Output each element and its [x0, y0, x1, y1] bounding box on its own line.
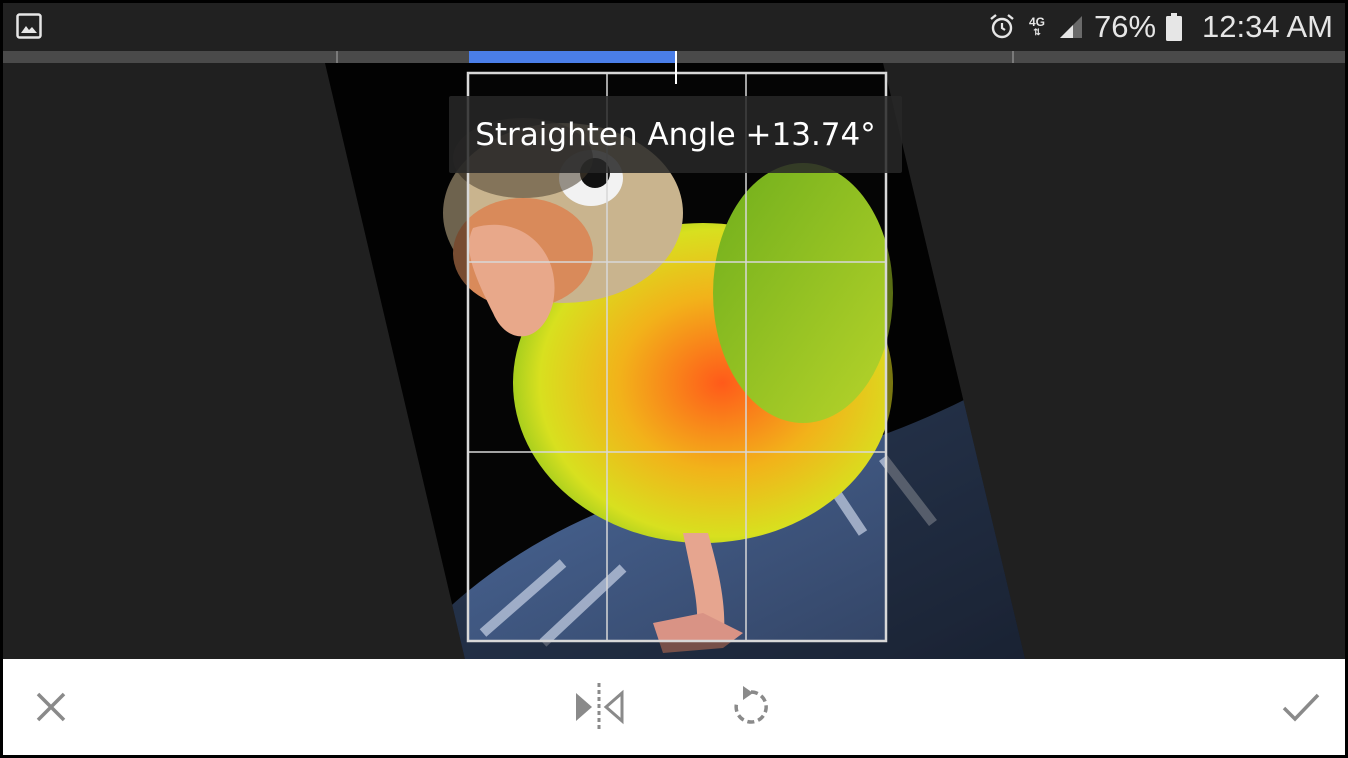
- slider-tick: [336, 51, 338, 63]
- angle-slider[interactable]: [3, 51, 1345, 63]
- straighten-angle-label: Straighten Angle +13.74°: [449, 96, 902, 173]
- flip-horizontal-icon: [576, 683, 624, 731]
- status-icons: 4G ⇅ 76% 12:34 AM: [988, 3, 1333, 51]
- clock: 12:34 AM: [1202, 9, 1333, 44]
- close-icon: [36, 692, 66, 722]
- rotate-button[interactable]: [711, 659, 791, 755]
- photo-canvas[interactable]: Straighten Angle +13.74°: [3, 63, 1345, 659]
- alarm-icon: [990, 14, 1014, 39]
- battery-percent: 76%: [1093, 9, 1157, 44]
- gallery-icon: [16, 13, 42, 39]
- cancel-button[interactable]: [11, 659, 91, 755]
- check-icon: [1282, 693, 1320, 722]
- flip-button[interactable]: [559, 659, 639, 755]
- network-type: 4G ⇅: [1026, 16, 1048, 37]
- data-arrows-icon: ⇅: [1033, 27, 1041, 37]
- app-frame: 4G ⇅ 76% 12:34 AM Straighten Angle +13.7…: [3, 3, 1345, 755]
- rotate-icon: [734, 686, 768, 724]
- signal-icon: [1059, 16, 1082, 38]
- slider-tick: [1012, 51, 1014, 63]
- straighten-angle-text: Straighten Angle +13.74°: [475, 116, 876, 153]
- bottom-toolbar: [3, 659, 1345, 755]
- status-bar: 4G ⇅ 76% 12:34 AM: [3, 3, 1345, 51]
- angle-slider-handle[interactable]: [675, 51, 677, 84]
- apply-button[interactable]: [1261, 659, 1341, 755]
- angle-slider-fill: [469, 51, 676, 63]
- battery-icon: [1166, 13, 1183, 41]
